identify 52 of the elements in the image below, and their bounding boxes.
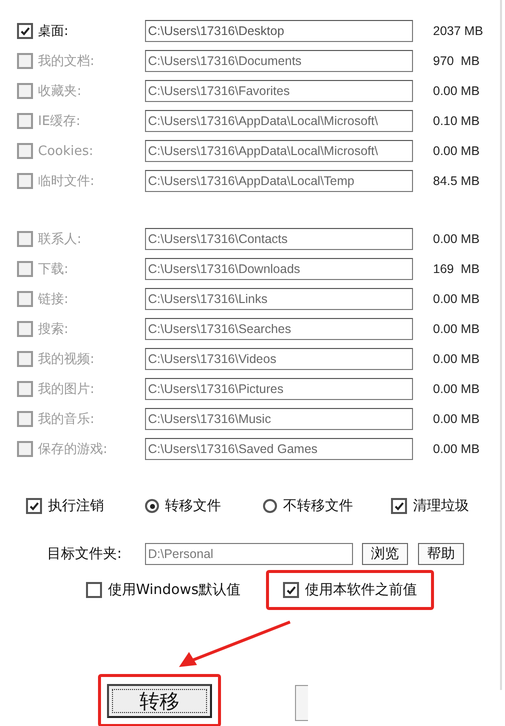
path-field[interactable]: C:\Users\17316\Desktop (145, 20, 413, 42)
option-label: 清理垃圾 (413, 497, 469, 515)
folder-label: 我的音乐: (38, 411, 96, 428)
check-icon (19, 25, 31, 37)
folder-size: 2037 MB (433, 24, 484, 38)
folder-label: 收藏夹: (38, 83, 82, 100)
help-button[interactable]: 帮助 (418, 543, 464, 565)
target-folder-field[interactable]: D:\Personal (145, 543, 353, 565)
check-icon (28, 500, 40, 512)
option-label: 使用Windows默认值 (108, 581, 240, 599)
folder-label: 临时文件: (38, 173, 96, 190)
folder-label: 我的图片: (38, 381, 96, 398)
browse-button[interactable]: 浏览 (362, 543, 408, 565)
check-icon (393, 500, 405, 512)
folder-size: 0.00 MB (433, 412, 481, 426)
folder-size: 0.00 MB (433, 352, 481, 366)
checkbox[interactable] (17, 23, 33, 39)
folder-label: 下载: (38, 261, 70, 278)
folder-size: 0.10 MB (433, 114, 481, 128)
option-label: 使用本软件之前值 (305, 581, 417, 599)
folder-label: 我的视频: (38, 351, 96, 368)
checkbox[interactable] (26, 498, 42, 514)
folder-label: 联系人: (38, 231, 82, 248)
folder-size: 0.00 MB (433, 322, 481, 336)
folder-size: 970 MB (433, 54, 481, 68)
checkbox[interactable] (86, 582, 102, 598)
folder-label: IE缓存: (38, 113, 82, 130)
folder-size: 0.00 MB (433, 382, 481, 396)
option-label: 转移文件 (165, 497, 221, 515)
folder-size: 0.00 MB (433, 442, 481, 456)
folder-label: 我的文档: (38, 53, 96, 70)
check-icon (285, 584, 297, 596)
button-edge[interactable] (295, 685, 308, 721)
folder-size: 84.5 MB (433, 174, 481, 188)
folder-label: 桌面: (38, 23, 70, 40)
checkbox[interactable] (283, 582, 299, 598)
folder-size: 169 MB (433, 262, 481, 276)
option-label: 不转移文件 (283, 497, 353, 515)
transfer-button[interactable]: 转移 (107, 684, 212, 718)
folder-size: 0.00 MB (433, 144, 481, 158)
folder-label: 链接: (38, 291, 70, 308)
folder-label: 搜索: (38, 321, 70, 338)
checkbox[interactable] (391, 498, 407, 514)
radio-button[interactable] (263, 499, 277, 513)
folder-size: 0.00 MB (433, 84, 481, 98)
folder-size: 0.00 MB (433, 292, 481, 306)
target-folder-label: 目标文件夹: (47, 545, 123, 563)
folder-label: Cookies: (38, 144, 94, 158)
radio-button[interactable] (145, 499, 159, 513)
folder-label: 保存的游戏: (38, 441, 108, 458)
option-label: 执行注销 (48, 497, 104, 515)
folder-size: 0.00 MB (433, 232, 481, 246)
